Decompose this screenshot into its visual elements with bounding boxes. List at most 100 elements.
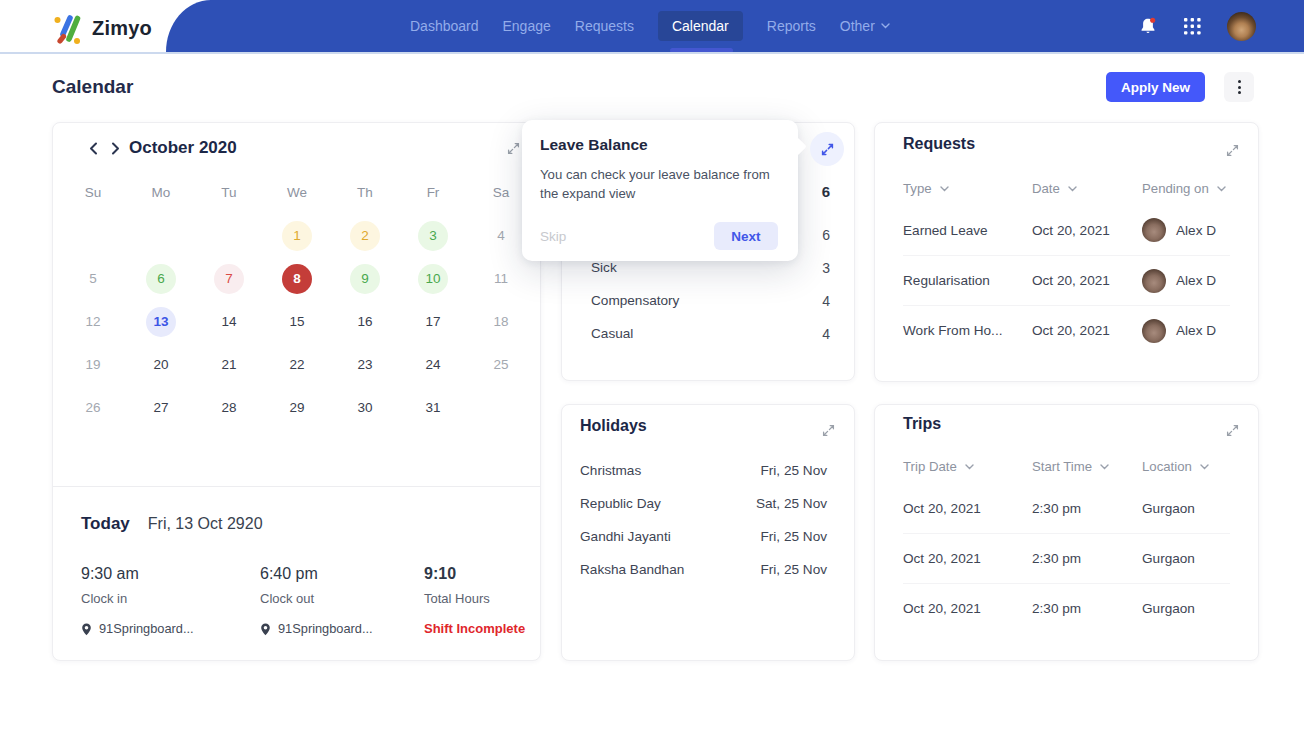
day-header: We — [287, 185, 307, 200]
clock-in-location: 91Springboard... — [81, 620, 194, 638]
calendar-day-9[interactable]: 9 — [350, 264, 380, 294]
column-header[interactable]: Start Time — [1032, 459, 1142, 474]
trip-row[interactable]: Oct 20, 2021 2:30 pm Gurgaon — [903, 583, 1230, 633]
calendar-day-empty — [486, 393, 516, 423]
today-row: Today Fri, 13 Oct 2920 — [81, 514, 263, 534]
calendar-day-26[interactable]: 26 — [78, 393, 108, 423]
user-avatar[interactable] — [1227, 12, 1256, 41]
day-header: Sa — [493, 185, 510, 200]
calendar-day-10[interactable]: 10 — [418, 264, 448, 294]
holidays-title: Holidays — [580, 417, 647, 435]
trip-start-time: 2:30 pm — [1032, 501, 1142, 516]
leave-value: 3 — [822, 260, 830, 276]
trip-row[interactable]: Oct 20, 2021 2:30 pm Gurgaon — [903, 483, 1230, 533]
calendar-day-30[interactable]: 30 — [350, 393, 380, 423]
calendar-day-18[interactable]: 18 — [486, 307, 516, 337]
calendar-day-24[interactable]: 24 — [418, 350, 448, 380]
apps-grid-icon[interactable] — [1184, 18, 1201, 35]
brand-logo[interactable]: Zimyo — [52, 11, 152, 45]
today-label: Today — [81, 514, 130, 534]
trip-start-time: 2:30 pm — [1032, 551, 1142, 566]
calendar-day-23[interactable]: 23 — [350, 350, 380, 380]
clock-out-stat: 6:40 pm Clock out 91Springboard... — [260, 563, 373, 638]
calendar-day-16[interactable]: 16 — [350, 307, 380, 337]
calendar-day-11[interactable]: 11 — [486, 264, 516, 294]
calendar-day-2[interactable]: 2 — [350, 221, 380, 251]
requests-title: Requests — [903, 135, 975, 153]
calendar-day-1[interactable]: 1 — [282, 221, 312, 251]
trips-title: Trips — [903, 415, 941, 433]
calendar-expand-icon[interactable] — [506, 141, 521, 160]
calendar-day-27[interactable]: 27 — [146, 393, 176, 423]
calendar-grid: SuMoTuWeThFrSa12345678910111213141516171… — [59, 171, 535, 429]
trips-expand-icon[interactable] — [1225, 423, 1240, 442]
request-type: Earned Leave — [903, 223, 1032, 238]
chevron-down-icon — [1100, 464, 1109, 470]
column-header[interactable]: Type — [903, 181, 1032, 196]
chevron-down-icon — [881, 23, 890, 29]
nav-item-requests[interactable]: Requests — [575, 11, 634, 41]
column-header[interactable]: Trip Date — [903, 459, 1032, 474]
day-header: Fr — [427, 185, 440, 200]
request-row[interactable]: Work From Ho... Oct 20, 2021 Alex D — [903, 305, 1230, 355]
calendar-month-label: October 2020 — [129, 138, 237, 158]
chevron-down-icon — [1200, 464, 1209, 470]
total-hours-stat: 9:10 Total Hours Shift Incomplete — [424, 563, 525, 638]
location-pin-icon — [260, 623, 271, 636]
trip-row[interactable]: Oct 20, 2021 2:30 pm Gurgaon — [903, 533, 1230, 583]
holiday-row: Christmas Fri, 25 Nov — [580, 454, 827, 487]
calendar-day-13[interactable]: 13 — [146, 307, 176, 337]
calendar-day-17[interactable]: 17 — [418, 307, 448, 337]
total-hours-time: 9:10 — [424, 563, 525, 585]
trip-date: Oct 20, 2021 — [903, 501, 1032, 516]
calendar-day-3[interactable]: 3 — [418, 221, 448, 251]
nav-item-dashboard[interactable]: Dashboard — [410, 11, 479, 41]
request-pending-on: Alex D — [1142, 218, 1230, 242]
nav-item-reports[interactable]: Reports — [767, 11, 816, 41]
apply-new-button[interactable]: Apply New — [1106, 72, 1205, 102]
calendar-day-19[interactable]: 19 — [78, 350, 108, 380]
holidays-expand-icon[interactable] — [821, 423, 836, 442]
calendar-day-5[interactable]: 5 — [78, 264, 108, 294]
trips-rows: Oct 20, 2021 2:30 pm Gurgaon Oct 20, 202… — [903, 483, 1230, 633]
nav-item-other[interactable]: Other — [840, 11, 890, 41]
nav-item-calendar[interactable]: Calendar — [658, 11, 743, 41]
more-options-button[interactable] — [1224, 72, 1254, 102]
calendar-day-6[interactable]: 6 — [146, 264, 176, 294]
calendar-day-7[interactable]: 7 — [214, 264, 244, 294]
calendar-day-29[interactable]: 29 — [282, 393, 312, 423]
calendar-day-20[interactable]: 20 — [146, 350, 176, 380]
column-header[interactable]: Date — [1032, 181, 1142, 196]
request-date: Oct 20, 2021 — [1032, 323, 1142, 338]
calendar-day-12[interactable]: 12 — [78, 307, 108, 337]
calendar-day-8[interactable]: 8 — [282, 264, 312, 294]
calendar-day-15[interactable]: 15 — [282, 307, 312, 337]
calendar-day-28[interactable]: 28 — [214, 393, 244, 423]
request-row[interactable]: Earned Leave Oct 20, 2021 Alex D — [903, 205, 1230, 255]
leave-balance-expand-icon[interactable] — [810, 132, 844, 166]
requests-columns: Type Date Pending on — [903, 181, 1230, 196]
request-row[interactable]: Regularisation Oct 20, 2021 Alex D — [903, 255, 1230, 305]
total-hours-label: Total Hours — [424, 590, 525, 607]
request-type: Work From Ho... — [903, 323, 1032, 338]
page: Zimyo Dashboard Engage Requests Calendar Rep… — [0, 0, 1304, 740]
notifications-bell-icon[interactable] — [1138, 16, 1158, 36]
calendar-day-21[interactable]: 21 — [214, 350, 244, 380]
chevron-down-icon — [1068, 186, 1077, 192]
nav-item-engage[interactable]: Engage — [503, 11, 551, 41]
next-month-button[interactable] — [105, 137, 125, 159]
calendar-day-14[interactable]: 14 — [214, 307, 244, 337]
prev-month-button[interactable] — [83, 137, 103, 159]
calendar-day-4[interactable]: 4 — [486, 221, 516, 251]
column-header[interactable]: Pending on — [1142, 181, 1230, 196]
popup-skip-button[interactable]: Skip — [540, 229, 566, 244]
popup-next-button[interactable]: Next — [714, 222, 778, 250]
column-header[interactable]: Location — [1142, 459, 1230, 474]
clock-out-time: 6:40 pm — [260, 563, 373, 585]
request-pending-on: Alex D — [1142, 319, 1230, 343]
calendar-day-22[interactable]: 22 — [282, 350, 312, 380]
requests-expand-icon[interactable] — [1225, 143, 1240, 162]
calendar-day-25[interactable]: 25 — [486, 350, 516, 380]
holiday-date: Sat, 25 Nov — [756, 496, 827, 511]
calendar-day-31[interactable]: 31 — [418, 393, 448, 423]
